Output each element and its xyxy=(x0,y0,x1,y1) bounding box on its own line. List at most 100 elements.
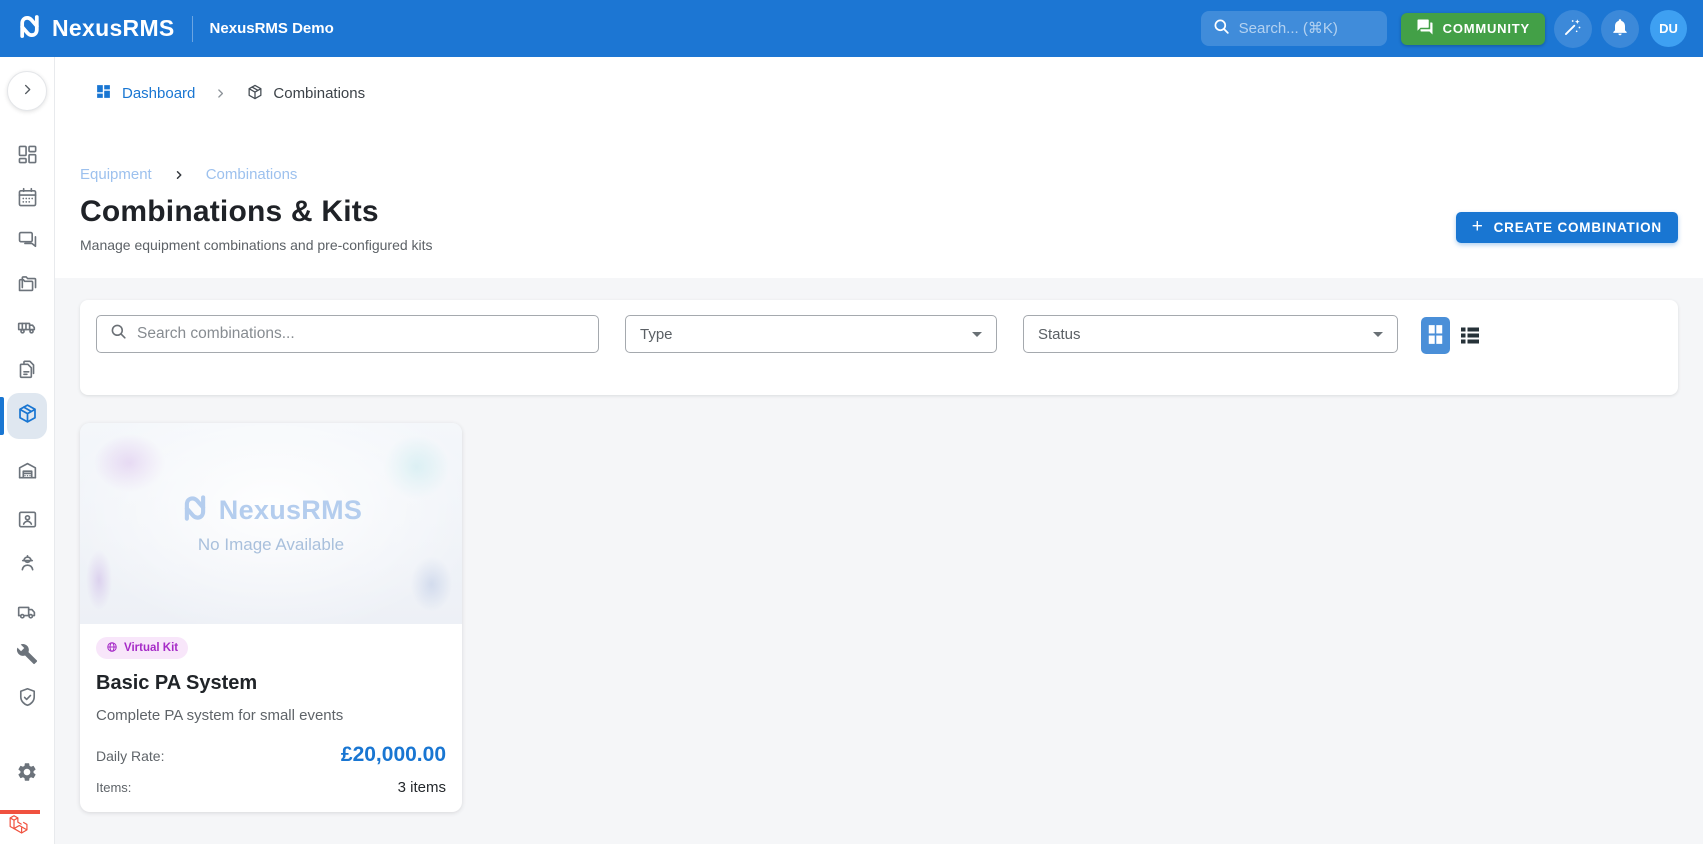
magic-wand-icon xyxy=(1563,17,1583,40)
combination-card[interactable]: NexusRMS No Image Available Virtual Kit … xyxy=(80,423,462,812)
chevron-right-icon xyxy=(173,169,185,181)
global-search-input[interactable] xyxy=(1238,20,1376,37)
card-title: Basic PA System xyxy=(96,672,258,694)
sidebar-item-crew[interactable] xyxy=(5,543,49,586)
sidebar-item-warehouse[interactable] xyxy=(5,451,49,494)
page-header: Equipment Combinations Combinations & Ki… xyxy=(55,130,1703,278)
card-image-placeholder: NexusRMS No Image Available xyxy=(80,423,462,624)
grid-view-button[interactable] xyxy=(1421,317,1450,354)
view-mode-toggle xyxy=(1421,315,1483,354)
bell-icon xyxy=(1610,17,1630,40)
placeholder-brand-text: NexusRMS xyxy=(218,494,363,525)
create-combination-label: CREATE COMBINATION xyxy=(1493,220,1662,235)
no-image-text: No Image Available xyxy=(197,534,345,554)
sidebar xyxy=(0,57,55,844)
sidebar-item-settings[interactable] xyxy=(5,753,49,796)
chevron-right-icon xyxy=(214,87,227,100)
worker-icon xyxy=(16,551,39,579)
search-icon xyxy=(109,322,128,346)
package-icon xyxy=(246,83,264,105)
sidebar-item-logistics[interactable] xyxy=(5,307,49,350)
notifications-button[interactable] xyxy=(1601,9,1639,48)
community-label: COMMUNITY xyxy=(1442,21,1530,36)
dashboard-icon xyxy=(16,143,39,171)
flatbed-truck-icon xyxy=(16,315,39,343)
badge-label: Virtual Kit xyxy=(124,642,179,654)
main-area: Dashboard Combinations Equipment Combina… xyxy=(55,57,1703,844)
documents-icon xyxy=(16,358,39,386)
contact-badge-icon xyxy=(16,508,39,536)
wrench-icon xyxy=(16,643,38,670)
app-header: NexusRMS NexusRMS Demo COMMUNITY xyxy=(0,0,1703,57)
items-value: 3 items xyxy=(397,779,446,796)
chevron-down-icon xyxy=(972,331,982,337)
status-select[interactable]: Status xyxy=(1023,315,1398,353)
warehouse-icon xyxy=(16,459,39,487)
sidebar-item-maintenance[interactable] xyxy=(5,635,49,678)
dashboard-icon xyxy=(95,83,112,104)
sidebar-expand-button[interactable] xyxy=(7,71,47,111)
sidebar-item-calendar[interactable] xyxy=(5,178,49,221)
section-breadcrumb: Equipment Combinations xyxy=(80,130,1703,183)
search-icon xyxy=(1212,17,1231,41)
sidebar-item-compliance[interactable] xyxy=(5,678,49,721)
type-select[interactable]: Type xyxy=(625,315,997,353)
plus-icon: + xyxy=(1471,215,1484,237)
list-view-icon xyxy=(1458,323,1482,350)
card-description: Complete PA system for small events xyxy=(96,707,344,724)
list-view-button[interactable] xyxy=(1457,323,1483,349)
sidebar-item-combinations[interactable] xyxy=(0,393,47,439)
package-icon xyxy=(16,402,39,430)
breadcrumb-combinations: Combinations xyxy=(246,83,365,105)
calendar-icon xyxy=(16,186,39,214)
sidebar-item-contacts[interactable] xyxy=(5,500,49,543)
content-area: Type Status xyxy=(55,278,1703,812)
sidebar-item-dashboard[interactable] xyxy=(5,135,49,178)
workspace-title: NexusRMS Demo xyxy=(209,20,334,37)
brand-name: NexusRMS xyxy=(52,15,175,41)
chevron-down-icon xyxy=(1373,331,1383,337)
community-button[interactable]: COMMUNITY xyxy=(1400,12,1545,45)
section-breadcrumb-equipment[interactable]: Equipment xyxy=(80,166,152,183)
grid-view-icon xyxy=(1426,322,1445,350)
create-combination-button[interactable]: + CREATE COMBINATION xyxy=(1455,212,1678,243)
breadcrumb-label: Combinations xyxy=(273,85,366,102)
breadcrumb-label: Dashboard xyxy=(122,85,196,102)
status-select-value: Status xyxy=(1038,325,1081,343)
filter-bar: Type Status xyxy=(80,300,1678,395)
header-divider xyxy=(191,15,193,42)
items-label: Items: xyxy=(96,780,132,795)
section-breadcrumb-combinations[interactable]: Combinations xyxy=(206,166,298,183)
chevron-right-icon xyxy=(20,82,35,100)
global-search[interactable] xyxy=(1200,11,1387,46)
virtual-kit-badge: Virtual Kit xyxy=(96,637,189,659)
brand-logo[interactable]: NexusRMS xyxy=(16,13,175,45)
daily-rate-row: Daily Rate: £20,000.00 xyxy=(96,743,446,767)
whats-new-button[interactable] xyxy=(1554,9,1592,48)
user-avatar[interactable]: DU xyxy=(1650,10,1687,47)
sidebar-item-documents[interactable] xyxy=(5,350,49,393)
items-row: Items: 3 items xyxy=(96,779,446,796)
forum-icon xyxy=(1416,18,1434,39)
laravel-logo-icon[interactable] xyxy=(7,814,30,841)
breadcrumb-dashboard[interactable]: Dashboard xyxy=(95,83,195,104)
combinations-search-input[interactable] xyxy=(137,325,586,343)
combinations-search[interactable] xyxy=(96,315,599,353)
sidebar-nav xyxy=(0,135,49,796)
placeholder-brand: NexusRMS xyxy=(180,493,362,528)
sidebar-item-messages[interactable] xyxy=(5,221,49,264)
chat-icon xyxy=(16,229,39,257)
shield-check-icon xyxy=(16,686,39,714)
daily-rate-label: Daily Rate: xyxy=(96,748,165,764)
delivery-van-icon xyxy=(16,600,39,628)
breadcrumb: Dashboard Combinations xyxy=(55,57,1703,130)
sidebar-item-transport[interactable] xyxy=(5,592,49,635)
sidebar-item-projects[interactable] xyxy=(5,264,49,307)
type-select-value: Type xyxy=(640,325,673,343)
nexus-logo-icon xyxy=(180,493,210,528)
daily-rate-value: £20,000.00 xyxy=(340,743,446,766)
card-body: Virtual Kit Basic PA System Complete PA … xyxy=(80,624,462,812)
nexus-logo-icon xyxy=(16,13,43,45)
folders-icon xyxy=(16,272,39,300)
globe-icon xyxy=(106,641,118,656)
